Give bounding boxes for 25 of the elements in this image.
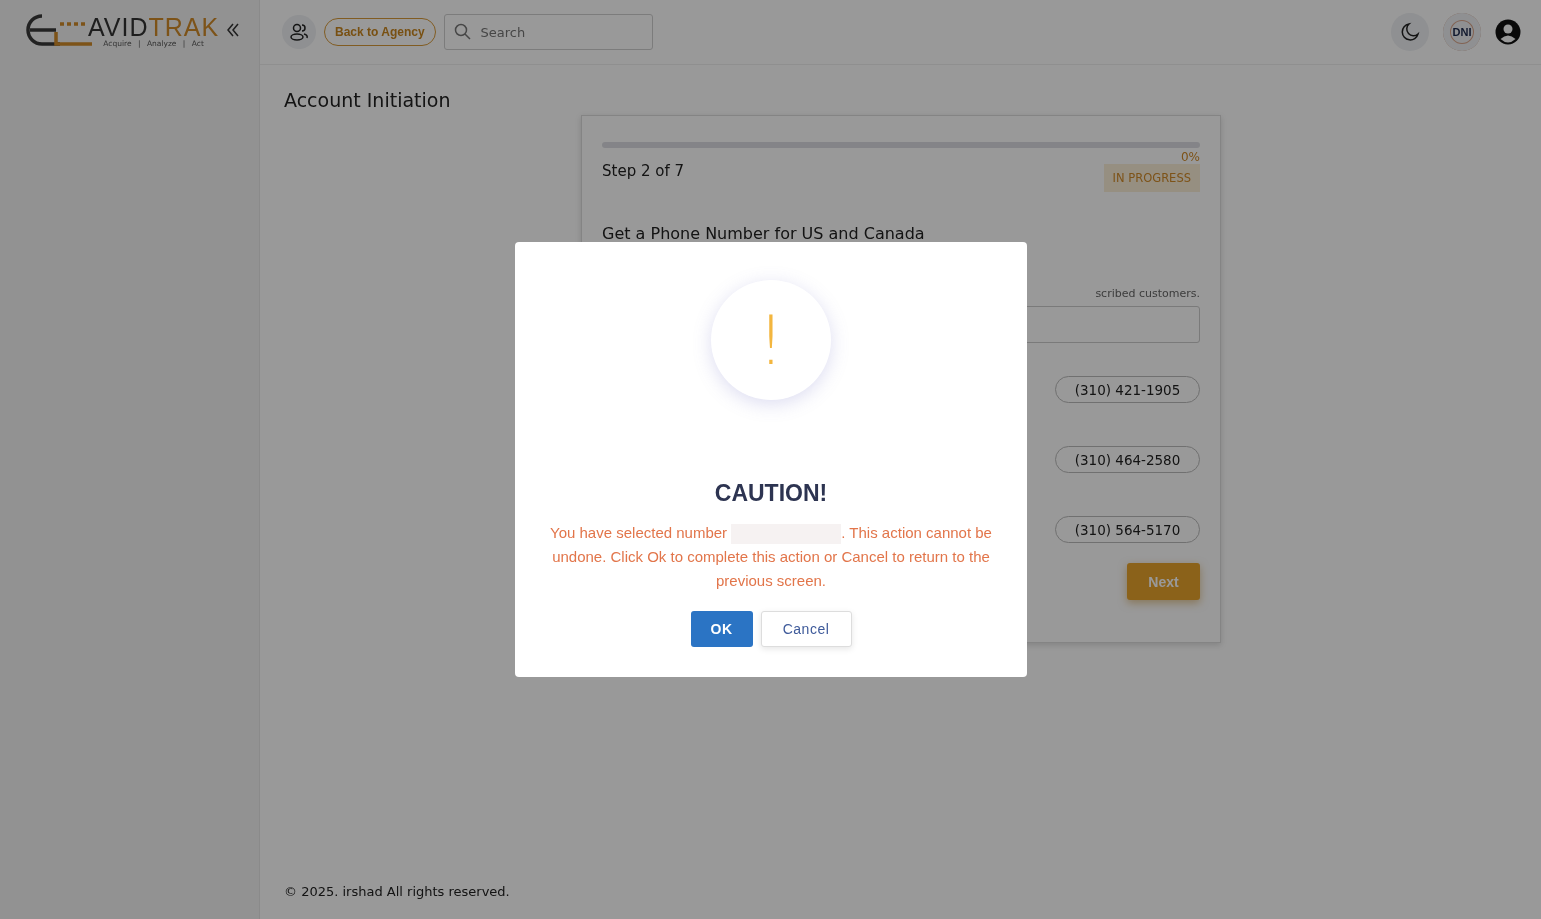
- logo-wordmark: AVIDTRAK: [88, 15, 220, 39]
- dialog-message: You have selected number . This action cannot be undone. Click Ok to complete this action or Cancel to return to the previous screen.: [549, 523, 993, 591]
- phone-number-option[interactable]: (310) 421-1905: [1055, 376, 1200, 403]
- page-title: Account Initiation: [284, 89, 452, 111]
- ok-button[interactable]: OK: [690, 611, 753, 647]
- step-heading: Get a Phone Number for US and Canada: [602, 224, 926, 243]
- progress-reading: 0%: [1179, 150, 1200, 164]
- warning-circle-icon: !: [711, 280, 831, 400]
- phone-number-option[interactable]: (310) 564-5170: [1055, 516, 1200, 543]
- users-icon: [289, 22, 309, 42]
- collapse-icon[interactable]: [227, 23, 239, 37]
- search-field[interactable]: Search: [443, 14, 653, 50]
- note-text: scribed customers.: [1094, 287, 1200, 300]
- moon-icon: [1400, 22, 1420, 42]
- step-label: Step 2 of 7: [602, 162, 684, 180]
- search-icon: [453, 23, 472, 41]
- status-badge: IN PROGRESS: [1103, 164, 1200, 192]
- dni-button[interactable]: DNI: [1443, 13, 1481, 51]
- phone-number-option[interactable]: (310) 464-2580: [1055, 446, 1200, 473]
- user-avatar-icon[interactable]: [1495, 19, 1521, 45]
- footer-text: © 2025. irshad All rights reserved.: [284, 884, 511, 899]
- dark-mode-button[interactable]: [1391, 13, 1429, 51]
- dialog-title: CAUTION!: [714, 480, 828, 507]
- users-button[interactable]: [282, 15, 316, 49]
- cancel-button[interactable]: Cancel: [760, 611, 852, 647]
